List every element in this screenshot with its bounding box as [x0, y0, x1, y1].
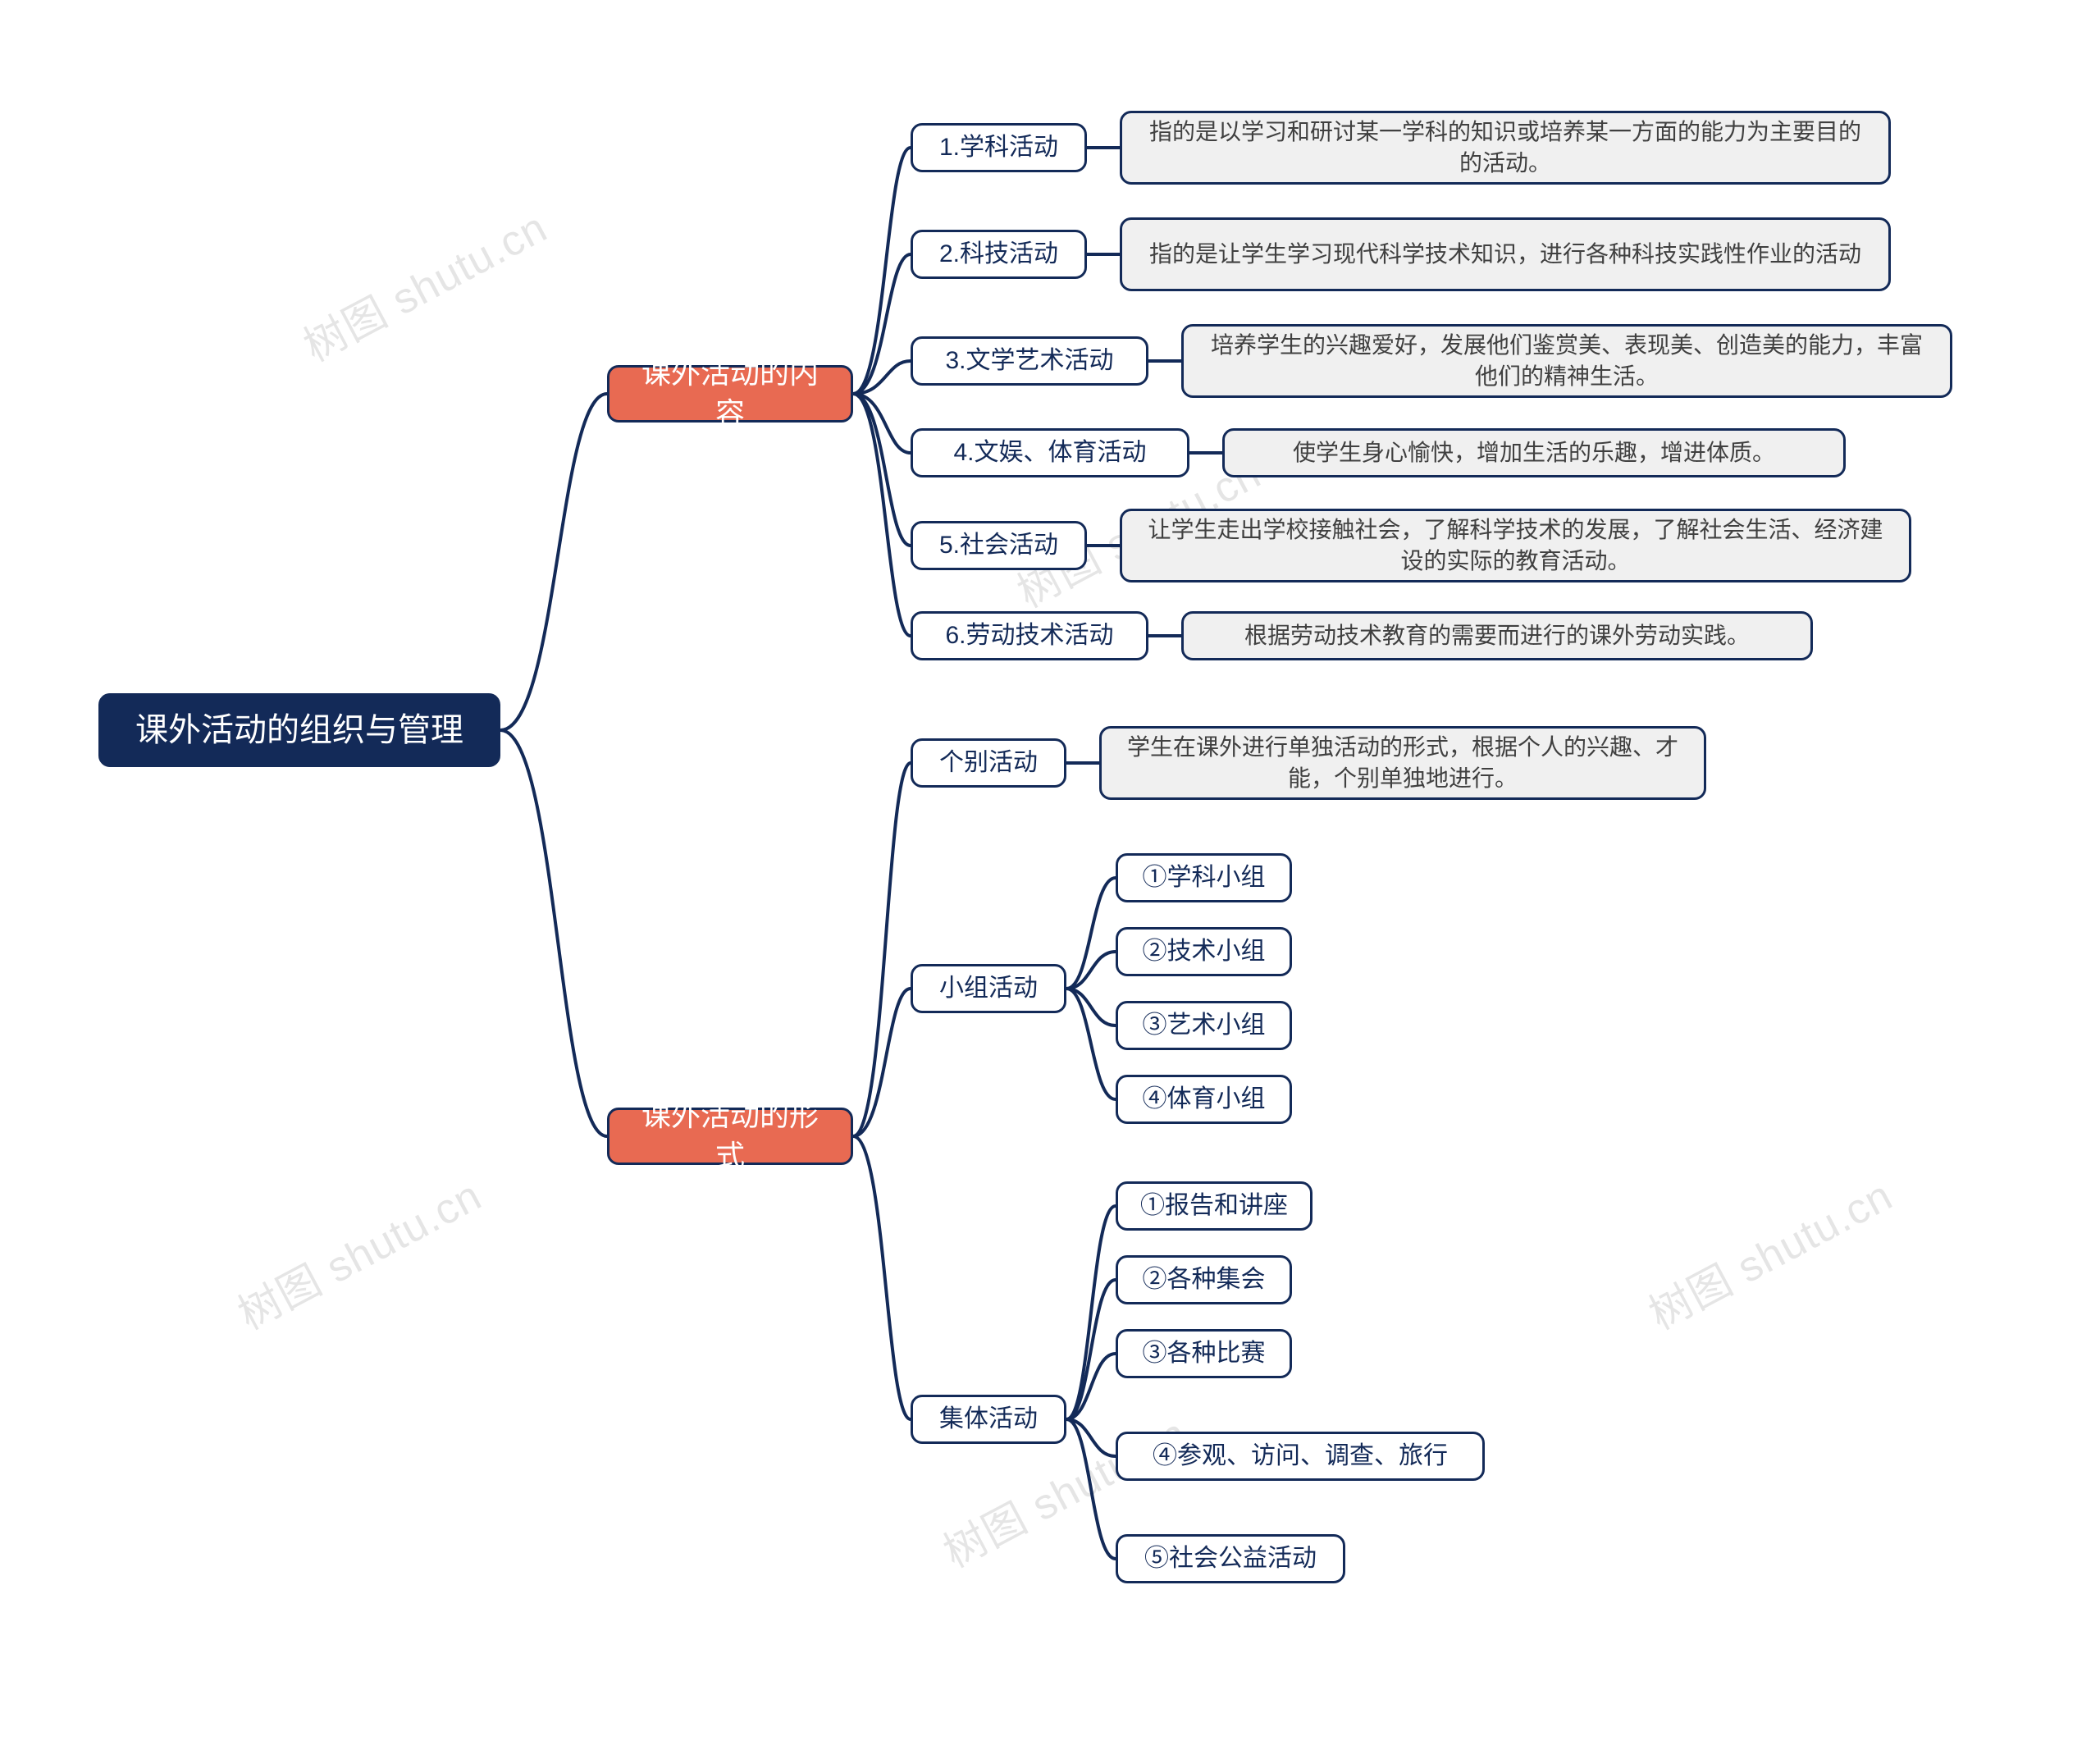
- group-sub-1[interactable]: ①学科小组: [1116, 853, 1292, 902]
- branch-content[interactable]: 课外活动的内容: [607, 365, 853, 423]
- collective-sub-1[interactable]: ①报告和讲座: [1116, 1181, 1312, 1231]
- form-group[interactable]: 小组活动: [911, 964, 1066, 1013]
- watermark: 树图 shutu.cn: [1637, 1162, 1901, 1341]
- content-desc-6: 根据劳动技术教育的需要而进行的课外劳动实践。: [1181, 611, 1813, 660]
- collective-sub-5[interactable]: ⑤社会公益活动: [1116, 1534, 1345, 1583]
- watermark: 树图 shutu.cn: [226, 1162, 491, 1341]
- content-item-3[interactable]: 3.文学艺术活动: [911, 336, 1148, 386]
- root-node[interactable]: 课外活动的组织与管理: [98, 693, 500, 767]
- group-sub-2[interactable]: ②技术小组: [1116, 927, 1292, 976]
- content-desc-5: 让学生走出学校接触社会，了解科学技术的发展，了解社会生活、经济建设的实际的教育活…: [1120, 509, 1911, 582]
- mindmap-canvas: 树图 shutu.cn 树图 shutu.cn 树图 shutu.cn 树图 s…: [0, 0, 2100, 1745]
- form-collective[interactable]: 集体活动: [911, 1395, 1066, 1444]
- branch-form[interactable]: 课外活动的形式: [607, 1108, 853, 1165]
- content-item-6[interactable]: 6.劳动技术活动: [911, 611, 1148, 660]
- group-sub-3[interactable]: ③艺术小组: [1116, 1001, 1292, 1050]
- content-desc-3: 培养学生的兴趣爱好，发展他们鉴赏美、表现美、创造美的能力，丰富他们的精神生活。: [1181, 324, 1952, 398]
- content-item-4[interactable]: 4.文娱、体育活动: [911, 428, 1189, 477]
- collective-sub-3[interactable]: ③各种比赛: [1116, 1329, 1292, 1378]
- collective-sub-4[interactable]: ④参观、访问、调查、旅行: [1116, 1432, 1485, 1481]
- content-desc-2: 指的是让学生学习现代科学技术知识，进行各种科技实践性作业的活动: [1120, 217, 1891, 291]
- content-item-1[interactable]: 1.学科活动: [911, 123, 1087, 172]
- content-item-5[interactable]: 5.社会活动: [911, 521, 1087, 570]
- watermark: 树图 shutu.cn: [291, 194, 556, 373]
- form-individual-desc: 学生在课外进行单独活动的形式，根据个人的兴趣、才能，个别单独地进行。: [1099, 726, 1706, 800]
- content-item-2[interactable]: 2.科技活动: [911, 230, 1087, 279]
- form-individual[interactable]: 个别活动: [911, 738, 1066, 788]
- collective-sub-2[interactable]: ②各种集会: [1116, 1255, 1292, 1304]
- content-desc-4: 使学生身心愉快，增加生活的乐趣，增进体质。: [1222, 428, 1846, 477]
- group-sub-4[interactable]: ④体育小组: [1116, 1075, 1292, 1124]
- content-desc-1: 指的是以学习和研讨某一学科的知识或培养某一方面的能力为主要目的的活动。: [1120, 111, 1891, 185]
